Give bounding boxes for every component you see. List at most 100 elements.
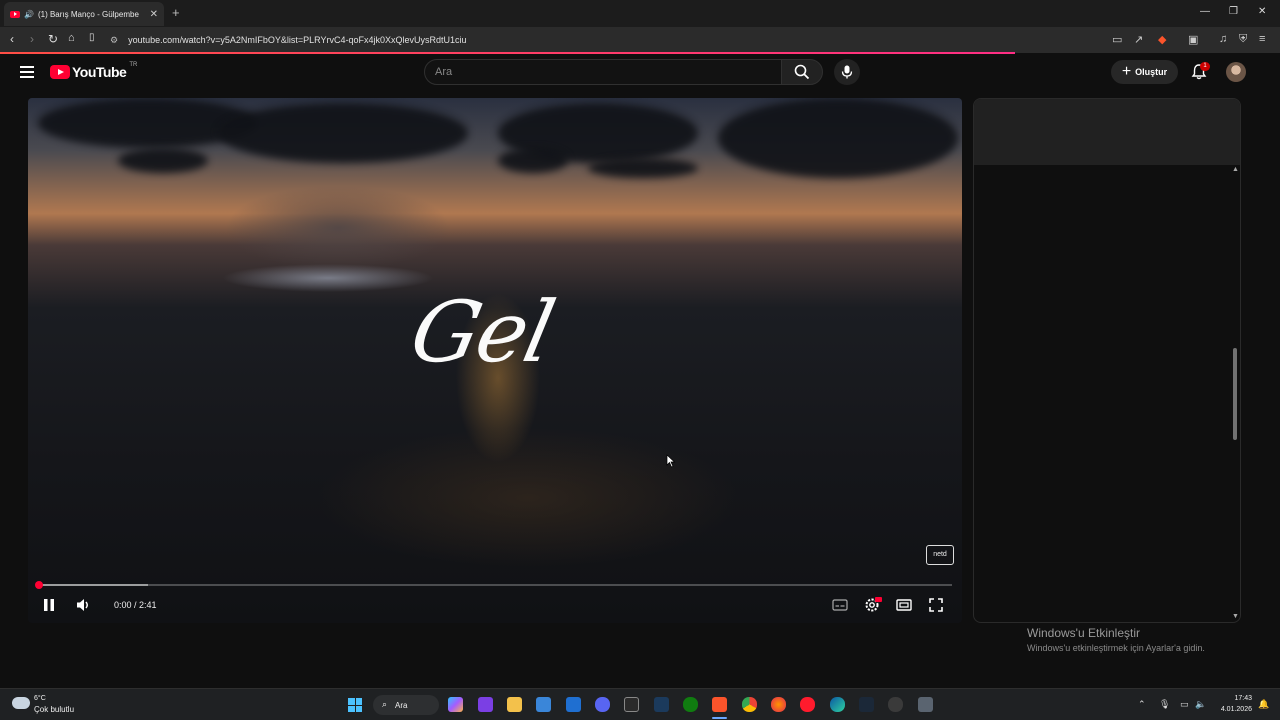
notification-center-icon[interactable]: 🔔 <box>1258 699 1269 710</box>
microsoft-store-icon[interactable] <box>536 697 551 712</box>
bookmark-icon[interactable]: ▯ <box>89 32 95 43</box>
minimize-icon[interactable]: — <box>1200 6 1210 17</box>
search-input[interactable]: Ara <box>424 59 782 85</box>
home-icon[interactable]: ⌂ <box>68 32 75 44</box>
windows-taskbar: 6°C Çok bulutlu ⌕ Ara ⌃ 🎙 ▭ 🔈 17:43 4.01… <box>0 688 1280 720</box>
weather-description[interactable]: Çok bulutlu <box>34 705 74 714</box>
url-text: youtube.com/watch?v=y5A2NmIFbOY&list=PLR… <box>128 35 467 45</box>
fullscreen-icon[interactable] <box>929 598 943 612</box>
browser-menu-icon[interactable]: ≡ <box>1259 33 1265 45</box>
tab-close-icon[interactable]: ✕ <box>150 9 158 20</box>
utility-app-icon[interactable] <box>918 697 933 712</box>
volume-tray-icon[interactable]: 🔈 <box>1195 699 1206 710</box>
clock-date[interactable]: 4.01.2026 <box>1214 706 1252 713</box>
create-button[interactable]: + Oluştur <box>1111 60 1178 84</box>
opera-icon[interactable] <box>800 697 815 712</box>
weather-temperature[interactable]: 6°C <box>34 695 46 702</box>
browser-tab[interactable]: 🔊 (1) Barış Manço - Gülpembe ✕ <box>4 2 164 26</box>
new-tab-icon[interactable]: + <box>172 5 180 20</box>
github-desktop-icon[interactable] <box>888 697 903 712</box>
mouse-cursor-icon <box>666 454 676 468</box>
windows-activation-title: Windows'u Etkinleştir <box>1027 626 1140 640</box>
plus-icon: + <box>1121 63 1132 80</box>
epic-games-icon[interactable] <box>624 697 639 712</box>
back-icon[interactable]: ‹ <box>10 32 14 46</box>
progress-bar[interactable] <box>38 584 952 586</box>
time-separator: / <box>131 600 140 610</box>
notes-app-icon[interactable] <box>478 697 493 712</box>
brave-shield-icon[interactable]: ◆ <box>1158 33 1166 46</box>
tray-overflow-icon[interactable]: ⌃ <box>1138 699 1146 710</box>
taskbar-search-icon: ⌕ <box>382 699 388 709</box>
settings-gear-icon[interactable] <box>864 596 882 614</box>
channel-watermark: netd <box>926 545 954 565</box>
firefox-icon[interactable] <box>771 697 786 712</box>
vpn-icon[interactable]: ⛨ <box>1239 33 1247 46</box>
xbox-icon[interactable] <box>683 697 698 712</box>
youtube-header: YouTube TR Ara + Oluştur 1 <box>0 54 1280 92</box>
scrollbar-thumb[interactable] <box>1233 348 1237 440</box>
youtube-favicon-icon <box>10 10 20 18</box>
subtitles-icon[interactable] <box>832 598 848 612</box>
forward-icon[interactable]: › <box>30 32 34 46</box>
youtube-wordmark: YouTube <box>72 64 127 80</box>
copilot-icon[interactable] <box>448 697 463 712</box>
steam-icon[interactable] <box>654 697 669 712</box>
search-placeholder: Ara <box>435 66 453 78</box>
video-player[interactable]: Gel netd 0:00 / 2:41 <box>28 98 962 623</box>
browser-tab-bar: 🔊 (1) Barış Manço - Gülpembe ✕ + — ❐ ✕ <box>0 0 1280 27</box>
side-panel <box>973 98 1241 623</box>
volume-icon[interactable] <box>76 598 92 612</box>
progress-buffered <box>38 584 148 586</box>
edge-icon[interactable] <box>830 697 845 712</box>
site-settings-icon[interactable]: ⚙ <box>110 35 118 46</box>
youtube-play-icon <box>50 65 70 79</box>
notification-badge: 1 <box>1200 62 1210 71</box>
microphone-icon <box>841 65 853 79</box>
discord-icon[interactable] <box>595 697 610 712</box>
video-scene <box>118 148 208 173</box>
steam-client-icon[interactable] <box>859 697 874 712</box>
theater-mode-icon[interactable] <box>896 598 912 612</box>
tray-microphone-icon[interactable]: 🎙 <box>1159 699 1170 710</box>
time-total: 2:41 <box>139 600 157 610</box>
video-overlay-title: Gel <box>402 283 562 381</box>
side-panel-header <box>974 99 1240 165</box>
taskbar-search[interactable]: ⌕ Ara <box>373 695 439 715</box>
chrome-icon[interactable] <box>742 697 757 712</box>
progress-scrubber[interactable] <box>35 581 43 589</box>
youtube-logo[interactable]: YouTube TR <box>50 62 137 80</box>
active-app-indicator <box>712 717 727 719</box>
account-avatar[interactable] <box>1226 62 1246 82</box>
taskbar-search-label: Ara <box>395 700 408 710</box>
reload-icon[interactable]: ↻ <box>48 32 58 46</box>
outlook-icon[interactable] <box>566 697 581 712</box>
media-icon[interactable]: ♫ <box>1219 33 1227 45</box>
windows-activation-subtitle: Windows'u etkinleştirmek için Ayarlar'a … <box>1027 643 1205 653</box>
file-explorer-icon[interactable] <box>507 697 522 712</box>
speaker-icon[interactable]: 🔊 <box>24 10 34 19</box>
tab-title: (1) Barış Manço - Gülpembe <box>37 9 139 19</box>
cloudy-weather-icon[interactable] <box>12 697 30 709</box>
close-window-icon[interactable]: ✕ <box>1258 6 1266 17</box>
video-scene <box>498 148 568 173</box>
scroll-down-icon[interactable]: ▼ <box>1232 613 1239 620</box>
hamburger-menu-icon[interactable] <box>20 66 34 78</box>
start-button-icon[interactable] <box>348 698 362 712</box>
restore-icon[interactable]: ❐ <box>1229 6 1238 17</box>
brave-browser-icon[interactable] <box>712 697 727 712</box>
time-display: 0:00 / 2:41 <box>114 600 157 610</box>
video-scene <box>218 103 468 163</box>
url-field[interactable]: ⚙ youtube.com/watch?v=y5A2NmIFbOY&list=P… <box>110 30 1110 50</box>
search-button[interactable] <box>781 59 823 85</box>
video-scene <box>718 98 958 178</box>
voice-search-button[interactable] <box>834 59 860 85</box>
clock-time[interactable]: 17:43 <box>1222 695 1252 702</box>
cast-icon[interactable]: ▭ <box>1112 33 1122 46</box>
time-current: 0:00 <box>114 600 132 610</box>
scroll-up-icon[interactable]: ▲ <box>1232 166 1239 173</box>
network-icon[interactable]: ▭ <box>1180 699 1189 710</box>
share-icon[interactable]: ↗ <box>1134 33 1143 46</box>
pause-icon[interactable] <box>42 598 56 612</box>
sidebar-icon[interactable]: ▣ <box>1188 33 1198 46</box>
